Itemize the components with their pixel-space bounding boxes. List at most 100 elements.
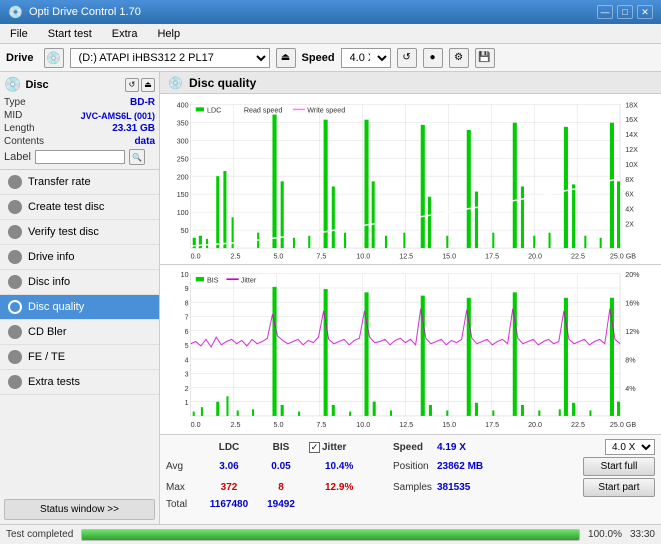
- menu-help[interactable]: Help: [151, 27, 186, 41]
- refresh-button[interactable]: ↺: [397, 48, 417, 68]
- svg-text:18X: 18X: [625, 101, 638, 109]
- svg-text:12.5: 12.5: [399, 252, 413, 260]
- bis-avg: 0.05: [257, 461, 305, 472]
- speed-select[interactable]: 4.0 X: [341, 48, 391, 68]
- disc-type-row: Type BD-R: [4, 97, 155, 108]
- disc-section-title: Disc: [25, 79, 48, 91]
- svg-text:0.0: 0.0: [191, 419, 201, 428]
- title-bar: 💿 Opti Drive Control 1.70 — □ ✕: [0, 0, 661, 24]
- jitter-avg: 10.4%: [309, 461, 389, 472]
- title-bar-title: Opti Drive Control 1.70: [29, 6, 141, 18]
- sidebar: 💿 Disc ↺ ⏏ Type BD-R MID JVC-AMS6L (001)…: [0, 72, 160, 524]
- disc-button[interactable]: ●: [423, 48, 443, 68]
- svg-text:Jitter: Jitter: [241, 275, 257, 284]
- svg-text:7.5: 7.5: [316, 419, 326, 428]
- status-text: Test completed: [6, 529, 73, 540]
- ldc-max: 372: [205, 482, 253, 493]
- svg-text:8X: 8X: [625, 176, 634, 184]
- title-bar-controls: — □ ✕: [597, 5, 653, 19]
- sidebar-item-verify-test-disc[interactable]: Verify test disc: [0, 220, 159, 245]
- svg-text:5.0: 5.0: [273, 419, 283, 428]
- svg-text:10X: 10X: [625, 161, 638, 169]
- svg-text:Read speed: Read speed: [244, 106, 283, 114]
- menu-file[interactable]: File: [4, 27, 34, 41]
- sidebar-item-extra-tests[interactable]: Extra tests: [0, 370, 159, 395]
- sidebar-item-cd-bler[interactable]: CD Bler: [0, 320, 159, 345]
- svg-text:2: 2: [185, 383, 189, 392]
- svg-text:400: 400: [177, 101, 189, 109]
- bottom-panel: LDC BIS ✓ Jitter Speed 4.19 X 4.0 X Avg …: [160, 434, 661, 524]
- sidebar-item-disc-quality[interactable]: Disc quality: [0, 295, 159, 320]
- svg-text:Write speed: Write speed: [307, 106, 345, 114]
- menu-extra[interactable]: Extra: [106, 27, 144, 41]
- disc-label-input[interactable]: [35, 150, 125, 164]
- eject-button[interactable]: ⏏: [276, 48, 296, 68]
- svg-text:BIS: BIS: [207, 275, 219, 284]
- disc-contents-row: Contents data: [4, 136, 155, 147]
- menu-start-test[interactable]: Start test: [42, 27, 98, 41]
- chart1-svg: LDC Read speed Write speed 400 350 300 2…: [160, 94, 661, 264]
- drive-select[interactable]: (D:) ATAPI iHBS312 2 PL17: [70, 48, 270, 68]
- sidebar-item-drive-info[interactable]: Drive info: [0, 245, 159, 270]
- maximize-button[interactable]: □: [617, 5, 633, 19]
- svg-text:4X: 4X: [625, 206, 634, 214]
- drive-icon: 💿: [44, 48, 64, 68]
- svg-text:2X: 2X: [625, 221, 634, 229]
- svg-text:15.0: 15.0: [442, 252, 456, 260]
- ldc-avg: 3.06: [205, 461, 253, 472]
- svg-text:300: 300: [177, 137, 189, 145]
- nav-icon-disc-quality: [8, 300, 22, 314]
- settings-button[interactable]: ⚙: [449, 48, 469, 68]
- main-layout: 💿 Disc ↺ ⏏ Type BD-R MID JVC-AMS6L (001)…: [0, 72, 661, 524]
- start-part-button[interactable]: Start part: [583, 478, 655, 497]
- position-value: 23862 MB: [437, 461, 483, 472]
- svg-text:6X: 6X: [625, 191, 634, 199]
- svg-text:5: 5: [185, 340, 189, 349]
- jitter-checkbox[interactable]: ✓: [309, 442, 320, 453]
- speed-label: Speed: [302, 52, 335, 64]
- disc-length-row: Length 23.31 GB: [4, 123, 155, 134]
- svg-text:12X: 12X: [625, 146, 638, 154]
- svg-text:16X: 16X: [625, 116, 638, 124]
- svg-text:17.5: 17.5: [485, 252, 499, 260]
- svg-text:20.0: 20.0: [528, 419, 542, 428]
- svg-text:2.5: 2.5: [231, 419, 241, 428]
- svg-text:22.5: 22.5: [571, 252, 585, 260]
- bis-max: 8: [257, 482, 305, 493]
- svg-text:14X: 14X: [625, 131, 638, 139]
- sidebar-item-transfer-rate[interactable]: Transfer rate: [0, 170, 159, 195]
- sidebar-item-fe-te[interactable]: FE / TE: [0, 345, 159, 370]
- disc-mid-row: MID JVC-AMS6L (001): [4, 110, 155, 121]
- jitter-speed-select[interactable]: 4.0 X: [605, 439, 655, 455]
- svg-text:6: 6: [185, 326, 189, 335]
- charts-area: LDC Read speed Write speed 400 350 300 2…: [160, 94, 661, 434]
- svg-text:3: 3: [185, 369, 189, 378]
- svg-text:7: 7: [185, 312, 189, 321]
- nav-icon-disc-info: [8, 275, 22, 289]
- disc-header: 💿 Disc ↺ ⏏: [4, 76, 155, 93]
- svg-text:1: 1: [185, 397, 189, 406]
- nav-items: Transfer rate Create test disc Verify te…: [0, 170, 159, 495]
- minimize-button[interactable]: —: [597, 5, 613, 19]
- progress-bar: [81, 529, 580, 541]
- chart1-container: LDC Read speed Write speed 400 350 300 2…: [160, 94, 661, 265]
- svg-text:17.5: 17.5: [485, 419, 499, 428]
- svg-text:22.5: 22.5: [571, 419, 585, 428]
- sidebar-item-disc-info[interactable]: Disc info: [0, 270, 159, 295]
- ldc-total: 1167480: [205, 499, 253, 510]
- disc-icon: 💿: [4, 76, 21, 93]
- svg-text:4: 4: [185, 355, 189, 364]
- disc-refresh-btn[interactable]: ↺: [125, 78, 139, 92]
- status-window-button[interactable]: Status window >>: [4, 499, 155, 520]
- nav-icon-drive-info: [8, 250, 22, 264]
- drive-label: Drive: [6, 52, 34, 64]
- svg-text:250: 250: [177, 155, 189, 163]
- svg-text:15.0: 15.0: [442, 419, 456, 428]
- sidebar-item-create-test-disc[interactable]: Create test disc: [0, 195, 159, 220]
- disc-eject-btn[interactable]: ⏏: [141, 78, 155, 92]
- speed-value: 4.19 X: [437, 442, 477, 453]
- save-button[interactable]: 💾: [475, 48, 495, 68]
- close-button[interactable]: ✕: [637, 5, 653, 19]
- start-full-button[interactable]: Start full: [583, 457, 655, 476]
- disc-label-btn[interactable]: 🔍: [129, 149, 145, 165]
